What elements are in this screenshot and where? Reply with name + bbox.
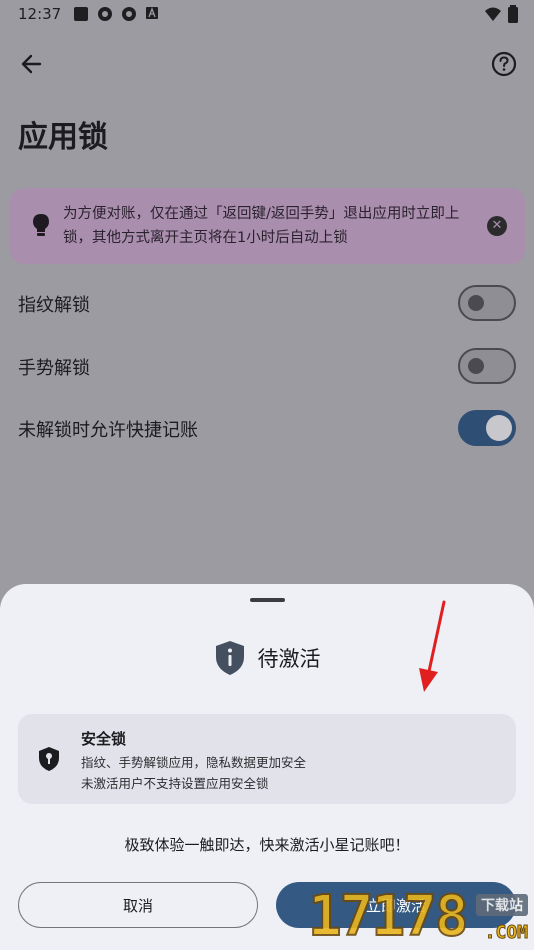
setting-label: 未解锁时允许快捷记账 [18, 420, 198, 441]
battery-icon [508, 5, 518, 27]
feature-card: 安全锁 指纹、手势解锁应用，隐私数据更加安全 未激活用户不支持设置应用安全锁 [18, 714, 516, 804]
help-circle-icon [491, 51, 517, 77]
drag-handle[interactable] [250, 598, 285, 602]
close-icon[interactable]: ✕ [487, 216, 507, 236]
feature-desc-line: 未激活用户不支持设置应用安全锁 [81, 776, 269, 791]
notification-square-icon [73, 6, 89, 22]
help-button[interactable] [490, 50, 518, 78]
tip-banner: 为方便对账，仅在通过「返回键/返回手势」退出应用时立即上锁，其他方式离开主页将在… [10, 188, 525, 264]
cancel-button[interactable]: 取消 [18, 882, 258, 928]
feature-description: 指纹、手势解锁应用，隐私数据更加安全 未激活用户不支持设置应用安全锁 [81, 752, 306, 794]
aperture-icon [97, 6, 113, 22]
setting-row-gesture[interactable]: 手势解锁 [0, 341, 534, 391]
toggle-knob [468, 358, 484, 374]
status-time: 12:37 [18, 5, 62, 23]
quick-bookkeeping-toggle[interactable] [458, 410, 516, 446]
toggle-knob [468, 295, 484, 311]
back-button[interactable] [18, 50, 46, 78]
tip-text: 为方便对账，仅在通过「返回键/返回手势」退出应用时立即上锁，其他方式离开主页将在… [63, 206, 460, 246]
toggle-knob [486, 415, 512, 441]
page-title: 应用锁 [18, 120, 108, 155]
fingerprint-toggle[interactable] [458, 285, 516, 321]
setting-label: 手势解锁 [18, 358, 90, 379]
arrow-left-icon [21, 54, 42, 74]
setting-label: 指纹解锁 [18, 295, 90, 316]
top-app-bar [0, 40, 534, 88]
sheet-title: 待激活 [257, 647, 321, 671]
shield-keyhole-icon [38, 746, 60, 772]
status-bar: 12:37 [0, 0, 534, 28]
watermark-suffix: .COM [484, 922, 528, 944]
wifi-icon [484, 6, 502, 26]
annotation-arrow-icon [419, 600, 446, 692]
gesture-toggle[interactable] [458, 348, 516, 384]
shield-info-icon [214, 640, 246, 676]
aperture-icon-2 [121, 6, 137, 22]
keyboard-a-icon [145, 6, 161, 22]
watermark-digits: 17178 [307, 883, 470, 950]
feature-desc-line: 指纹、手势解锁应用，隐私数据更加安全 [81, 755, 307, 770]
feature-title: 安全锁 [81, 730, 127, 748]
setting-row-quick-bookkeeping[interactable]: 未解锁时允许快捷记账 [0, 403, 534, 453]
promo-text: 极致体验一触即达，快来激活小星记账吧！ [124, 836, 410, 854]
watermark-badge: 下载站 [476, 894, 528, 916]
lightbulb-icon [30, 212, 52, 238]
site-watermark: 17178 下载站 .COM [307, 880, 534, 950]
setting-row-fingerprint[interactable]: 指纹解锁 [0, 278, 534, 328]
